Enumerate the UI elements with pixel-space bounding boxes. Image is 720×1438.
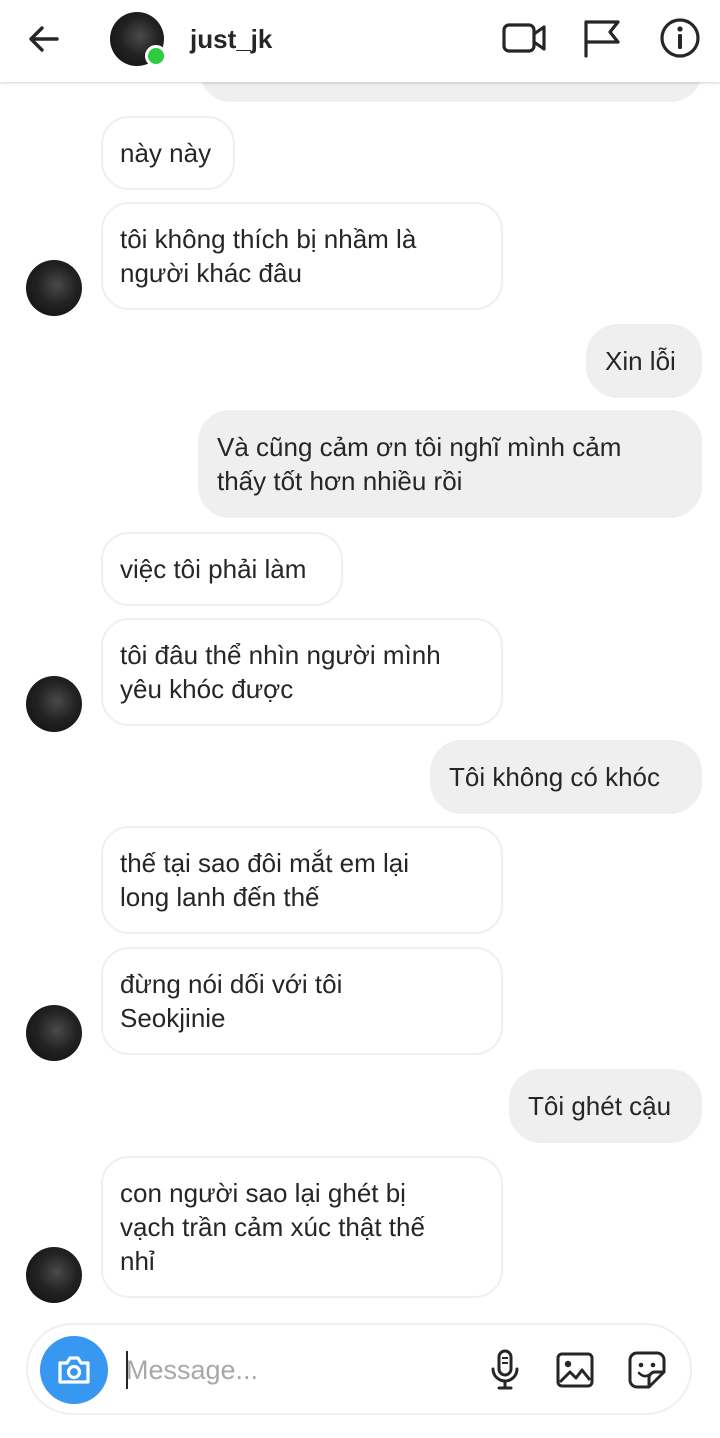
voice-message-button[interactable] [482,1347,528,1393]
info-icon [660,18,700,58]
outgoing-message[interactable]: Và cũng cảm ơn tôi nghĩ mình cảm thấy tố… [198,410,702,518]
arrow-left-icon [29,26,59,52]
message-text: này này [120,138,212,168]
incoming-message[interactable]: tôi không thích bị nhầm là người khác đâ… [101,202,503,310]
message-text: Tôi ghét cậu [528,1091,672,1121]
incoming-message[interactable]: thế tại sao đôi mắt em lại long lanh đến… [101,826,503,934]
incoming-message[interactable]: tôi đâu thể nhìn người mình yêu khóc đượ… [101,618,503,726]
incoming-message[interactable]: con người sao lại ghét bị vạch trần cảm … [101,1156,503,1298]
camera-icon [58,1356,90,1384]
message-text: Và cũng cảm ơn tôi nghĩ mình cảm thấy tố… [217,432,622,496]
message-text: con người sao lại ghét bị vạch trần cảm … [120,1178,425,1276]
message-composer [26,1323,692,1415]
outgoing-message[interactable]: Tôi không có khóc [430,740,702,814]
sender-avatar[interactable] [26,260,82,316]
online-status-dot [145,45,167,67]
incoming-message[interactable]: việc tôi phải làm [101,532,343,606]
username[interactable]: just_jk [190,24,272,55]
message-text: đừng nói dối với tôi Seokjinie [120,969,343,1033]
sender-avatar[interactable] [26,1005,82,1061]
image-icon [556,1352,594,1388]
message-input[interactable] [126,1347,466,1393]
message-text: tôi đâu thể nhìn người mình yêu khóc đượ… [120,640,441,704]
microphone-icon [491,1349,519,1390]
outgoing-message[interactable]: Xin lỗi [586,324,702,398]
message-text: Tôi không có khóc [449,762,661,792]
incoming-message[interactable]: này này [101,116,235,190]
message-text: tôi không thích bị nhầm là người khác đâ… [120,224,417,288]
flag-icon [584,20,620,58]
direct-message-screen: này này tôi không thích bị nhầm là người… [0,0,720,1438]
message-text: Xin lỗi [605,346,676,376]
info-button[interactable] [654,12,706,64]
gallery-button[interactable] [552,1347,598,1393]
message-text: thế tại sao đôi mắt em lại long lanh đến… [120,848,410,912]
sender-avatar[interactable] [26,676,82,732]
report-button[interactable] [575,14,627,62]
camera-button[interactable] [40,1336,108,1404]
message-thread[interactable]: này này tôi không thích bị nhầm là người… [0,0,720,1318]
sticker-icon [628,1351,666,1389]
chat-header: just_jk [0,0,720,82]
message-text: việc tôi phải làm [120,554,307,584]
back-button[interactable] [18,16,70,62]
sender-avatar[interactable] [26,1247,82,1303]
sticker-button[interactable] [624,1347,670,1393]
outgoing-message[interactable]: Tôi ghét cậu [509,1069,702,1143]
video-camera-icon [502,23,546,53]
video-call-button[interactable] [498,14,550,62]
incoming-message[interactable]: đừng nói dối với tôi Seokjinie [101,947,503,1055]
